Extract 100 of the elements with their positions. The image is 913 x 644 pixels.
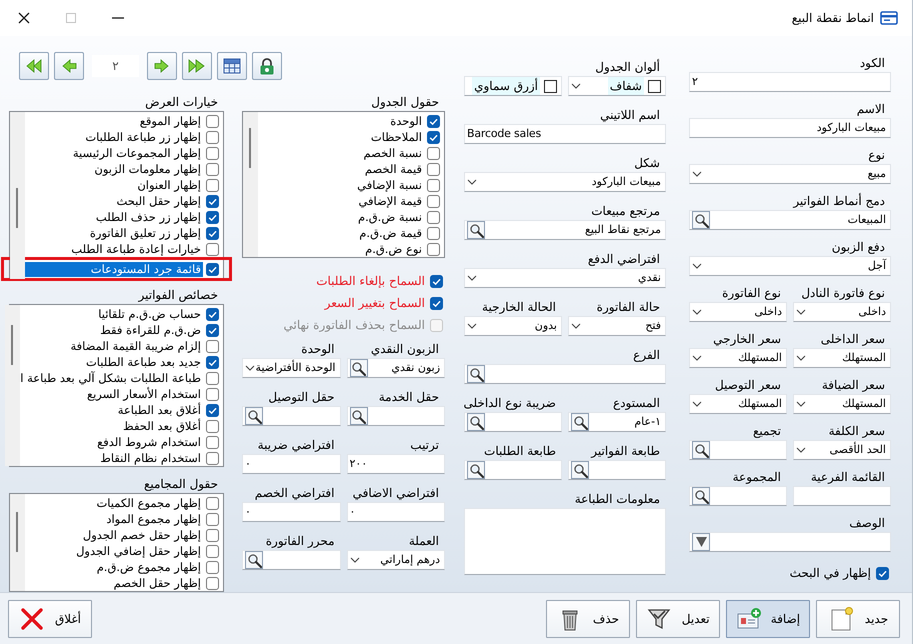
search-button[interactable]	[245, 407, 263, 425]
checkbox[interactable]	[427, 210, 440, 224]
checkbox[interactable]	[206, 226, 219, 240]
lookup-field[interactable]: مرتجع نقاط البيع	[464, 220, 666, 240]
checkbox[interactable]	[206, 194, 219, 208]
color-dropdown[interactable]: شفاف	[568, 76, 666, 96]
list-item[interactable]: إظهار حقل البحث	[25, 194, 203, 208]
list-item[interactable]: إظهار حقل إضافي الجدول	[25, 544, 203, 558]
list-item[interactable]: إظهار المجموعات الرئيسية	[25, 146, 203, 160]
checkbox[interactable]	[206, 372, 219, 384]
list-item[interactable]: الملاحظات	[258, 130, 424, 144]
checkbox[interactable]	[206, 420, 219, 432]
checkbox[interactable]	[206, 436, 219, 448]
list-item[interactable]: نسبة الإضافي	[258, 178, 424, 192]
checkbox[interactable]	[206, 178, 219, 192]
checkbox[interactable]	[427, 178, 440, 192]
checkbox[interactable]	[206, 162, 219, 176]
checkbox[interactable]	[206, 528, 219, 542]
scrollbar-thumb[interactable]	[16, 512, 18, 552]
scrollbar[interactable]	[10, 494, 25, 591]
lookup-field[interactable]	[242, 406, 340, 426]
list-item[interactable]: الوحدة	[258, 114, 424, 128]
dropdown-button[interactable]	[692, 533, 710, 551]
checkbox[interactable]	[427, 194, 440, 208]
checkbox[interactable]	[206, 210, 219, 224]
list-item[interactable]: نوع ض.ق.م	[258, 242, 424, 256]
search-button[interactable]	[245, 551, 263, 569]
page-field[interactable]: ٢	[92, 55, 139, 77]
dropdown[interactable]: المستهلك	[793, 394, 891, 414]
checkbox[interactable]	[427, 146, 440, 160]
list-item[interactable]: قيمة الخصم	[258, 162, 424, 176]
checkbox[interactable]	[206, 388, 219, 400]
lookup-field[interactable]	[464, 412, 562, 432]
list-item[interactable]: أغلاق بعد الطباعة	[20, 402, 203, 418]
list-item[interactable]: إظهار مجموع الكميات	[25, 496, 203, 510]
list-item[interactable]: إظهار العنوان	[25, 178, 203, 192]
dropdown[interactable]: المستهلك	[793, 348, 891, 368]
list-item[interactable]: قيمة الإضافي	[258, 194, 424, 208]
checkbox[interactable]	[206, 262, 219, 276]
dropdown[interactable]: فتح	[568, 316, 666, 336]
list-item[interactable]: استخدام شروط الدفع	[20, 434, 203, 450]
search-button[interactable]	[571, 461, 589, 479]
checkbox[interactable]	[206, 544, 219, 558]
dropdown[interactable]: داخلى	[793, 302, 891, 322]
close-button[interactable]: أغلاق	[8, 600, 92, 638]
lookup-field[interactable]	[464, 460, 562, 480]
lookup-field[interactable]: المبيعات	[689, 210, 891, 230]
checkbox[interactable]	[206, 452, 219, 464]
list-item[interactable]: إلزام ضريبة القيمة المضافة	[20, 338, 203, 354]
delete-button[interactable]: حذف	[546, 600, 630, 638]
lookup-field[interactable]	[689, 486, 787, 506]
text-field[interactable]: ٠	[242, 454, 340, 474]
search-button[interactable]	[350, 359, 368, 377]
dropdown[interactable]: بدون	[464, 316, 562, 336]
list-item[interactable]: إظهار مجموع ض.ق.م	[25, 560, 203, 574]
list-item[interactable]: ض.ق.م للقراءة فقط	[20, 322, 203, 338]
search-button[interactable]	[467, 365, 485, 383]
dropdown[interactable]: داخلى	[689, 302, 787, 322]
dropdown[interactable]: المستهلك	[689, 348, 787, 368]
checkbox[interactable]	[206, 496, 219, 510]
list-item[interactable]: إظهار مجموع المواد	[25, 512, 203, 526]
list-item[interactable]: إظهار الموقع	[25, 114, 203, 128]
dropdown[interactable]: درهم إماراتي	[346, 550, 445, 570]
lookup-field[interactable]	[689, 440, 787, 460]
list-item[interactable]: قائمة جرد المستودعات	[25, 262, 203, 276]
dropdown[interactable]: الوحدة الأفتراضية	[242, 358, 340, 378]
dropdown[interactable]: مبيعات الباركود	[464, 172, 666, 192]
scrollbar[interactable]	[243, 112, 258, 257]
text-field[interactable]: ٢٠٠	[346, 454, 445, 474]
dropdown[interactable]: نقدي	[464, 268, 666, 288]
first-button[interactable]	[19, 52, 49, 80]
list-item[interactable]: استخدام الأسعار السريع	[20, 386, 203, 402]
search-button[interactable]	[467, 413, 485, 431]
lock-button[interactable]	[252, 52, 282, 80]
list-item[interactable]: إظهار زر حذف الطلب	[25, 210, 203, 224]
list-item[interactable]: أغلاق بعد الحفظ	[20, 418, 203, 434]
checkbox[interactable]	[206, 308, 219, 320]
list-item[interactable]: قيمة ض.ق.م	[258, 226, 424, 240]
text-field[interactable]: ٢	[689, 72, 891, 92]
checkbox[interactable]	[427, 226, 440, 240]
search-button[interactable]	[467, 461, 485, 479]
lookup-field[interactable]: ١-عام	[568, 412, 666, 432]
checkbox[interactable]	[206, 130, 219, 144]
list-item[interactable]: إظهار حقل خصم الجدول	[25, 528, 203, 542]
checkbox[interactable]	[430, 274, 443, 288]
checkbox[interactable]	[430, 296, 443, 310]
checkbox[interactable]	[206, 356, 219, 368]
search-button[interactable]	[692, 487, 710, 505]
text-field[interactable]: Barcode sales	[464, 124, 666, 144]
lookup-field[interactable]	[464, 364, 666, 384]
checkbox[interactable]	[876, 566, 889, 580]
picker-field[interactable]	[689, 532, 891, 552]
checkbox[interactable]	[427, 130, 440, 144]
text-field[interactable]	[793, 486, 891, 506]
checkbox[interactable]	[206, 114, 219, 128]
list-item[interactable]: نسبة ض.ق.م	[258, 210, 424, 224]
dropdown[interactable]: المستهلك	[689, 394, 787, 414]
previous-button[interactable]	[54, 52, 84, 80]
checkbox[interactable]	[206, 512, 219, 526]
list-item[interactable]: إظهار زر تعليق الفاتورة	[25, 226, 203, 240]
